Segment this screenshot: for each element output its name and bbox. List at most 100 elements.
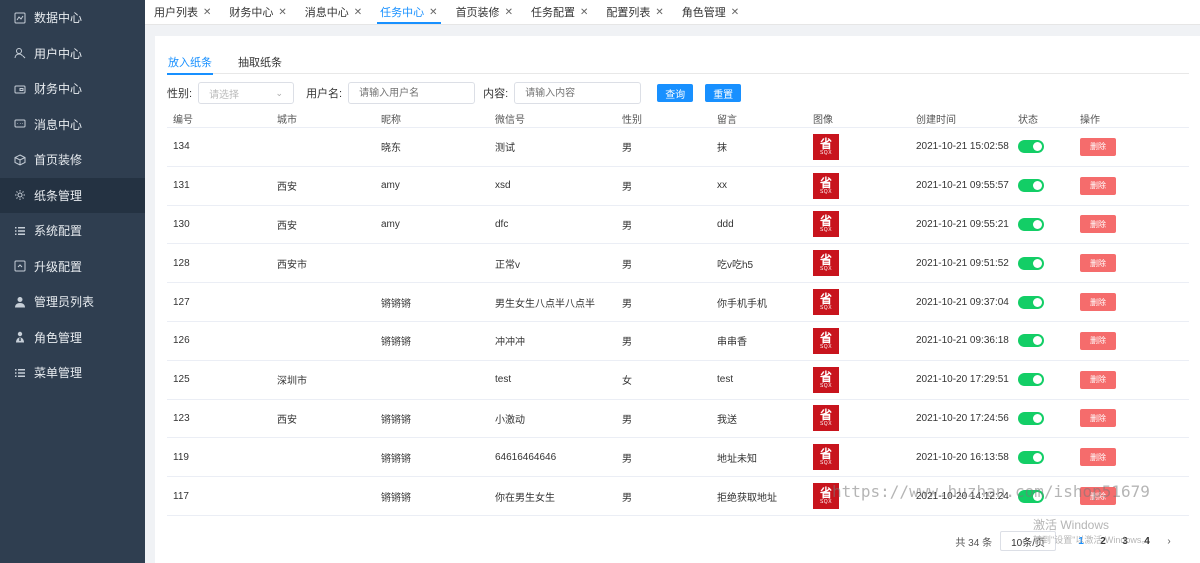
cell-image: 省 SQX: [807, 405, 910, 432]
close-icon[interactable]: ✕: [731, 7, 739, 18]
cell-created: 2021-10-21 09:51:52: [916, 257, 1009, 269]
cell-wechat: 冲冲冲: [495, 337, 525, 349]
status-toggle[interactable]: [1018, 411, 1044, 425]
sidebar-item-label: 用户中心: [34, 46, 83, 61]
cell-created: 2021-10-21 15:02:58: [916, 141, 1009, 153]
search-button[interactable]: 查询: [657, 84, 694, 102]
cell-created: 2021-10-20 16:13:58: [916, 451, 1009, 463]
tab-bar: 用户列表 ✕ 财务中心 ✕ 消息中心 ✕ 任务中心 ✕ 首页装修 ✕ 任务配置 ✕ 配置列表 ✕ 角色管理 ✕: [145, 0, 1200, 25]
close-icon[interactable]: ✕: [580, 7, 588, 18]
close-icon[interactable]: ✕: [505, 7, 513, 18]
thumb-glyph: 省: [819, 447, 832, 462]
cell-nickname: 锵锵锵: [381, 337, 411, 349]
status-toggle[interactable]: [1018, 256, 1044, 270]
status-toggle[interactable]: [1018, 295, 1044, 309]
cell-gender: 男: [622, 182, 632, 194]
tab-0[interactable]: 用户列表 ✕: [145, 0, 220, 24]
sidebar-item-1[interactable]: 用户中心: [0, 36, 145, 72]
table-row: 119 锵锵锵 64616464646 男 地址未知 省 SQX 2021-10-20 16:…: [167, 438, 1189, 478]
sidebar: 数据中心用户中心财务中心 消息中心首页装修纸条管理 系统配置升级配置管理员列表 角色管…: [0, 0, 145, 563]
delete-button[interactable]: 删除: [1080, 293, 1116, 312]
sidebar-item-9[interactable]: 角色管理: [0, 320, 145, 356]
chevron-down-icon: ⌄: [275, 87, 284, 98]
cell-status: [1012, 373, 1074, 387]
thumb-glyph: 省: [819, 136, 832, 151]
cell-message: 地址未知: [717, 453, 757, 465]
cell-created: 2021-10-21 09:55:21: [916, 218, 1009, 230]
column-header: 微信号: [495, 115, 525, 126]
table-header: 编号 城市 昵称 微信号 性别 留言 图像 创建时间 状态 操作: [167, 110, 1189, 128]
thumb-text: SQX: [819, 227, 833, 234]
wallet-icon: [14, 83, 26, 95]
tab-4[interactable]: 首页装修 ✕: [447, 0, 522, 24]
status-toggle[interactable]: [1018, 179, 1044, 193]
close-icon[interactable]: ✕: [354, 7, 362, 18]
table-row: 131 西安 amy xsd 男 xx 省 SQX 2021-10-21 09:55:57 删除: [167, 167, 1189, 206]
avatar-image: 省 SQX: [813, 133, 839, 160]
cell-actions: 删除: [1074, 331, 1189, 350]
column-header: 编号: [173, 115, 193, 126]
tab-label: 首页装修: [455, 7, 500, 19]
sidebar-item-7[interactable]: 升级配置: [0, 249, 145, 285]
tab-5[interactable]: 任务配置 ✕: [522, 0, 597, 24]
sidebar-item-6[interactable]: 系统配置: [0, 213, 145, 249]
delete-button[interactable]: 删除: [1080, 215, 1116, 234]
sidebar-item-0[interactable]: 数据中心: [0, 0, 145, 36]
cell-message: 你手机手机: [717, 298, 767, 310]
next-page-icon[interactable]: ›: [1158, 536, 1180, 547]
sidebar-item-5[interactable]: 纸条管理: [0, 177, 145, 213]
cell-image: 省 SQX: [807, 366, 910, 393]
status-toggle[interactable]: [1018, 334, 1044, 348]
tab-3[interactable]: 任务中心 ✕: [371, 0, 446, 24]
thumb-glyph: 省: [819, 408, 832, 423]
sidebar-item-10[interactable]: 菜单管理: [0, 355, 145, 391]
subtab-1[interactable]: 抽取纸条: [237, 54, 283, 74]
cell-city: 深圳市: [277, 376, 307, 388]
avatar-image: 省 SQX: [813, 172, 839, 199]
table-row: 134 晓东 测试 男 抹 省 SQX 2021-10-21 15:02:58 删除: [167, 128, 1189, 167]
thumb-glyph: 省: [819, 292, 832, 307]
delete-button[interactable]: 删除: [1080, 370, 1116, 389]
tab-6[interactable]: 配置列表 ✕: [597, 0, 672, 24]
delete-button[interactable]: 删除: [1080, 448, 1116, 467]
cell-id: 131: [173, 180, 190, 192]
status-toggle[interactable]: [1018, 450, 1044, 464]
close-icon[interactable]: ✕: [655, 7, 663, 18]
tab-1[interactable]: 财务中心 ✕: [220, 0, 295, 24]
cell-actions: 删除: [1074, 176, 1189, 195]
sidebar-item-label: 升级配置: [34, 259, 83, 274]
sidebar-item-4[interactable]: 首页装修: [0, 142, 145, 178]
cell-city: 西安市: [277, 259, 307, 271]
tab-label: 消息中心: [304, 7, 349, 19]
close-icon[interactable]: ✕: [429, 7, 437, 18]
sidebar-item-2[interactable]: 财务中心: [0, 71, 145, 107]
cell-id: 123: [173, 412, 190, 424]
cell-status: [1012, 179, 1074, 193]
cell-actions: 删除: [1074, 448, 1189, 467]
status-toggle[interactable]: [1018, 217, 1044, 231]
gender-select[interactable]: 请选择 ⌄: [198, 82, 295, 104]
close-icon[interactable]: ✕: [203, 7, 211, 18]
status-toggle[interactable]: [1018, 373, 1044, 387]
reset-button[interactable]: 重置: [705, 84, 742, 102]
cell-wechat: 男生女生八点半八点半: [495, 298, 595, 310]
tab-2[interactable]: 消息中心 ✕: [296, 0, 371, 24]
content-input[interactable]: [514, 82, 642, 104]
sidebar-item-3[interactable]: 消息中心: [0, 107, 145, 143]
cell-image: 省 SQX: [807, 211, 910, 238]
column-header: 城市: [277, 115, 297, 126]
sidebar-item-label: 首页装修: [34, 153, 83, 168]
close-icon[interactable]: ✕: [278, 7, 286, 18]
delete-button[interactable]: 删除: [1080, 254, 1116, 273]
delete-button[interactable]: 删除: [1080, 409, 1116, 428]
delete-button[interactable]: 删除: [1080, 137, 1116, 156]
cell-created: 2021-10-21 09:36:18: [916, 335, 1009, 347]
status-toggle[interactable]: [1018, 140, 1044, 154]
delete-button[interactable]: 删除: [1080, 331, 1116, 350]
sidebar-item-8[interactable]: 管理员列表: [0, 284, 145, 320]
subtab-0[interactable]: 放入纸条: [167, 54, 213, 75]
tab-7[interactable]: 角色管理 ✕: [673, 0, 748, 24]
cell-gender: 男: [622, 453, 632, 465]
username-input[interactable]: [348, 82, 476, 104]
delete-button[interactable]: 删除: [1080, 176, 1116, 195]
